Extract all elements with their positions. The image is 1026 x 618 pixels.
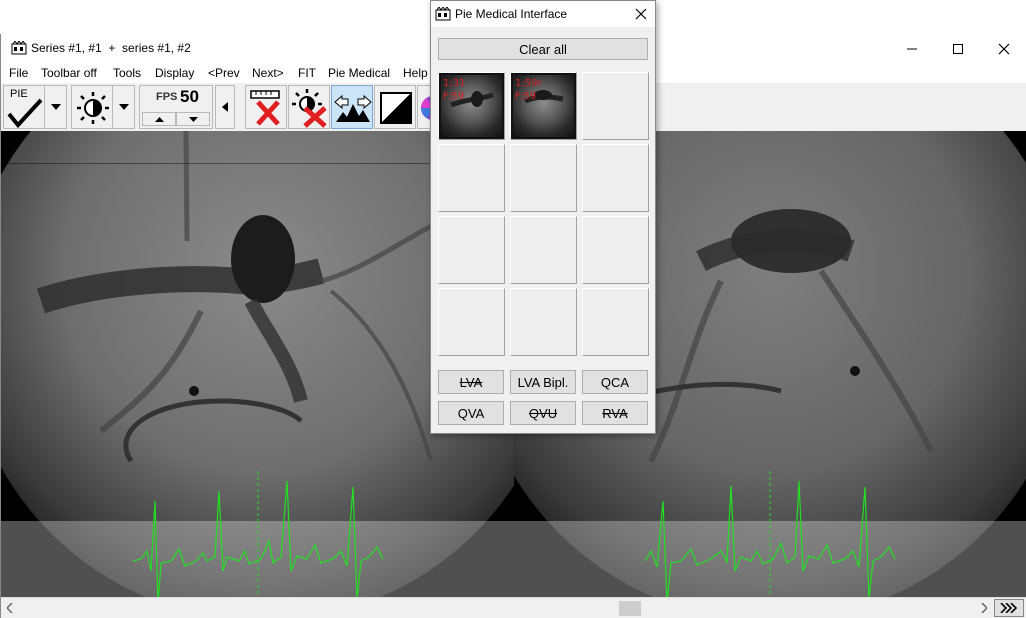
app-icon <box>435 7 451 21</box>
thumbnail-label-2: F:59 <box>443 91 465 102</box>
rva-button[interactable]: RVA <box>582 401 648 425</box>
chevron-down-icon <box>118 104 129 110</box>
thumbnail-label-2: F:59 <box>515 91 537 102</box>
scroll-thumb[interactable] <box>619 601 641 616</box>
lva-button[interactable]: LVA <box>438 370 504 394</box>
fps-prev-button[interactable] <box>215 85 235 129</box>
measure-cancel-icon <box>250 90 280 126</box>
dialog-title: Pie Medical Interface <box>455 7 568 21</box>
menu-display[interactable]: Display <box>155 66 194 80</box>
chevron-left-icon <box>222 102 228 112</box>
brightness-cancel-icon <box>292 89 327 128</box>
chevron-left-icon <box>7 603 13 613</box>
fps-up-button[interactable] <box>142 112 176 126</box>
lva-biplane-button[interactable]: LVA Bipl. <box>510 370 576 394</box>
checkmark-icon <box>7 98 43 128</box>
empty-slot[interactable] <box>510 144 577 212</box>
empty-slot[interactable] <box>582 288 649 356</box>
fps-control: FPS 50 <box>139 85 213 129</box>
pie-dropdown-button[interactable] <box>45 85 67 129</box>
menu-help[interactable]: Help <box>403 66 428 80</box>
scroll-right-button[interactable] <box>975 598 993 618</box>
chevron-up-icon <box>154 116 164 122</box>
brightness-dropdown-button[interactable] <box>113 85 135 129</box>
brightness-icon <box>77 92 109 124</box>
clear-all-button[interactable]: Clear all <box>438 38 648 60</box>
maximize-button[interactable] <box>935 34 981 63</box>
thumbnail-slot-2[interactable]: 1:59r F:59 <box>510 72 577 140</box>
fps-label: FPS <box>156 91 178 103</box>
fast-forward-icon <box>1000 603 1018 613</box>
empty-slot[interactable] <box>438 216 505 284</box>
window-title: Series #1, #1 + series #1, #2 <box>31 41 191 55</box>
menu-file[interactable]: File <box>9 66 28 80</box>
contrast-icon <box>380 92 412 124</box>
dialog-title-bar[interactable]: Pie Medical Interface <box>431 1 655 27</box>
close-button[interactable] <box>981 34 1026 63</box>
brightness-cancel-button[interactable] <box>288 85 330 129</box>
horizontal-scrollbar[interactable] <box>1 597 1026 618</box>
menu-next[interactable]: Next> <box>252 66 284 80</box>
contrast-button[interactable] <box>374 85 416 129</box>
measure-cancel-button[interactable] <box>245 85 287 129</box>
chevron-down-icon <box>188 116 198 122</box>
swap-arrows-icon <box>334 94 372 122</box>
empty-slot[interactable] <box>582 72 649 140</box>
scroll-left-button[interactable] <box>1 598 19 618</box>
empty-slot[interactable] <box>510 288 577 356</box>
fast-forward-button[interactable] <box>994 599 1024 617</box>
menu-fit[interactable]: FIT <box>298 66 316 80</box>
minimize-button[interactable] <box>889 34 935 63</box>
thumbnail-slot-1[interactable]: 1:31 F:59 <box>438 72 505 140</box>
menu-tools[interactable]: Tools <box>113 66 141 80</box>
menu-toolbar-off[interactable]: Toolbar off <box>41 66 97 80</box>
fps-value: 50 <box>180 87 199 106</box>
minimize-icon <box>907 48 917 49</box>
fps-down-button[interactable] <box>176 112 210 126</box>
empty-slot[interactable] <box>510 216 577 284</box>
menu-prev[interactable]: <Prev <box>208 66 240 80</box>
menu-pie-medical[interactable]: Pie Medical <box>328 66 390 80</box>
close-icon <box>998 43 1010 54</box>
thumbnail-label-1: 1:59r <box>515 78 542 89</box>
empty-slot[interactable] <box>582 144 649 212</box>
app-icon <box>11 41 27 55</box>
qva-button[interactable]: QVA <box>438 401 504 425</box>
chevron-right-icon <box>981 603 987 613</box>
pie-check-button[interactable]: PIE <box>3 85 45 129</box>
qca-button[interactable]: QCA <box>582 370 648 394</box>
empty-slot[interactable] <box>582 216 649 284</box>
close-icon <box>635 8 647 20</box>
qvu-button[interactable]: QVU <box>510 401 576 425</box>
chevron-down-icon <box>50 104 61 110</box>
dialog-close-button[interactable] <box>627 1 655 27</box>
swap-button[interactable] <box>331 85 373 129</box>
maximize-icon <box>953 43 963 54</box>
empty-slot[interactable] <box>438 144 505 212</box>
thumbnail-label-1: 1:31 <box>443 78 466 89</box>
pie-medical-dialog: Pie Medical Interface Clear all 1:31 F:5… <box>430 0 656 434</box>
empty-slot[interactable] <box>438 288 505 356</box>
brightness-button[interactable] <box>71 85 113 129</box>
